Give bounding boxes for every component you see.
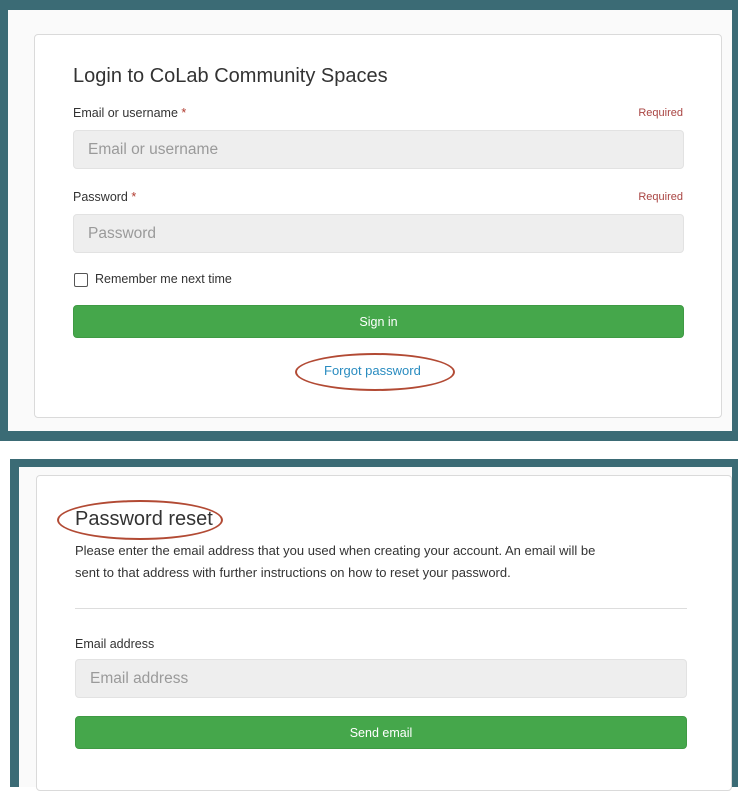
login-screenshot-frame: Login to CoLab Community Spaces Email or…	[0, 0, 738, 441]
password-label: Password *	[73, 190, 136, 204]
section-divider	[75, 608, 687, 609]
reset-screenshot-frame: Password reset Please enter the email ad…	[10, 459, 738, 791]
email-username-label-text: Email or username	[73, 106, 178, 120]
reset-card: Password reset Please enter the email ad…	[36, 475, 732, 791]
password-input[interactable]	[73, 214, 684, 253]
required-star: *	[181, 106, 187, 120]
password-label-text: Password	[73, 190, 128, 204]
reset-description-line-2: sent to that address with further instru…	[75, 565, 511, 580]
sign-in-button[interactable]: Sign in	[73, 305, 684, 338]
email-required-text: Required	[638, 107, 683, 119]
reset-title: Password reset	[75, 508, 213, 530]
forgot-password-link[interactable]: Forgot password	[324, 363, 421, 378]
login-card: Login to CoLab Community Spaces Email or…	[34, 34, 722, 418]
send-email-button[interactable]: Send email	[75, 716, 687, 749]
reset-description-line-1: Please enter the email address that you …	[75, 543, 596, 558]
login-title: Login to CoLab Community Spaces	[73, 65, 388, 87]
email-address-input[interactable]	[75, 659, 687, 698]
email-username-input[interactable]	[73, 130, 684, 169]
email-address-label: Email address	[75, 637, 155, 651]
sign-in-button-label: Sign in	[359, 314, 398, 329]
send-email-button-label: Send email	[349, 725, 413, 740]
remember-me-checkbox[interactable]	[74, 273, 88, 287]
email-username-label: Email or username *	[73, 106, 186, 120]
password-required-text: Required	[638, 191, 683, 203]
remember-me-label: Remember me next time	[95, 272, 232, 286]
reset-description: Please enter the email address that you …	[75, 540, 715, 584]
required-star: *	[131, 190, 137, 204]
